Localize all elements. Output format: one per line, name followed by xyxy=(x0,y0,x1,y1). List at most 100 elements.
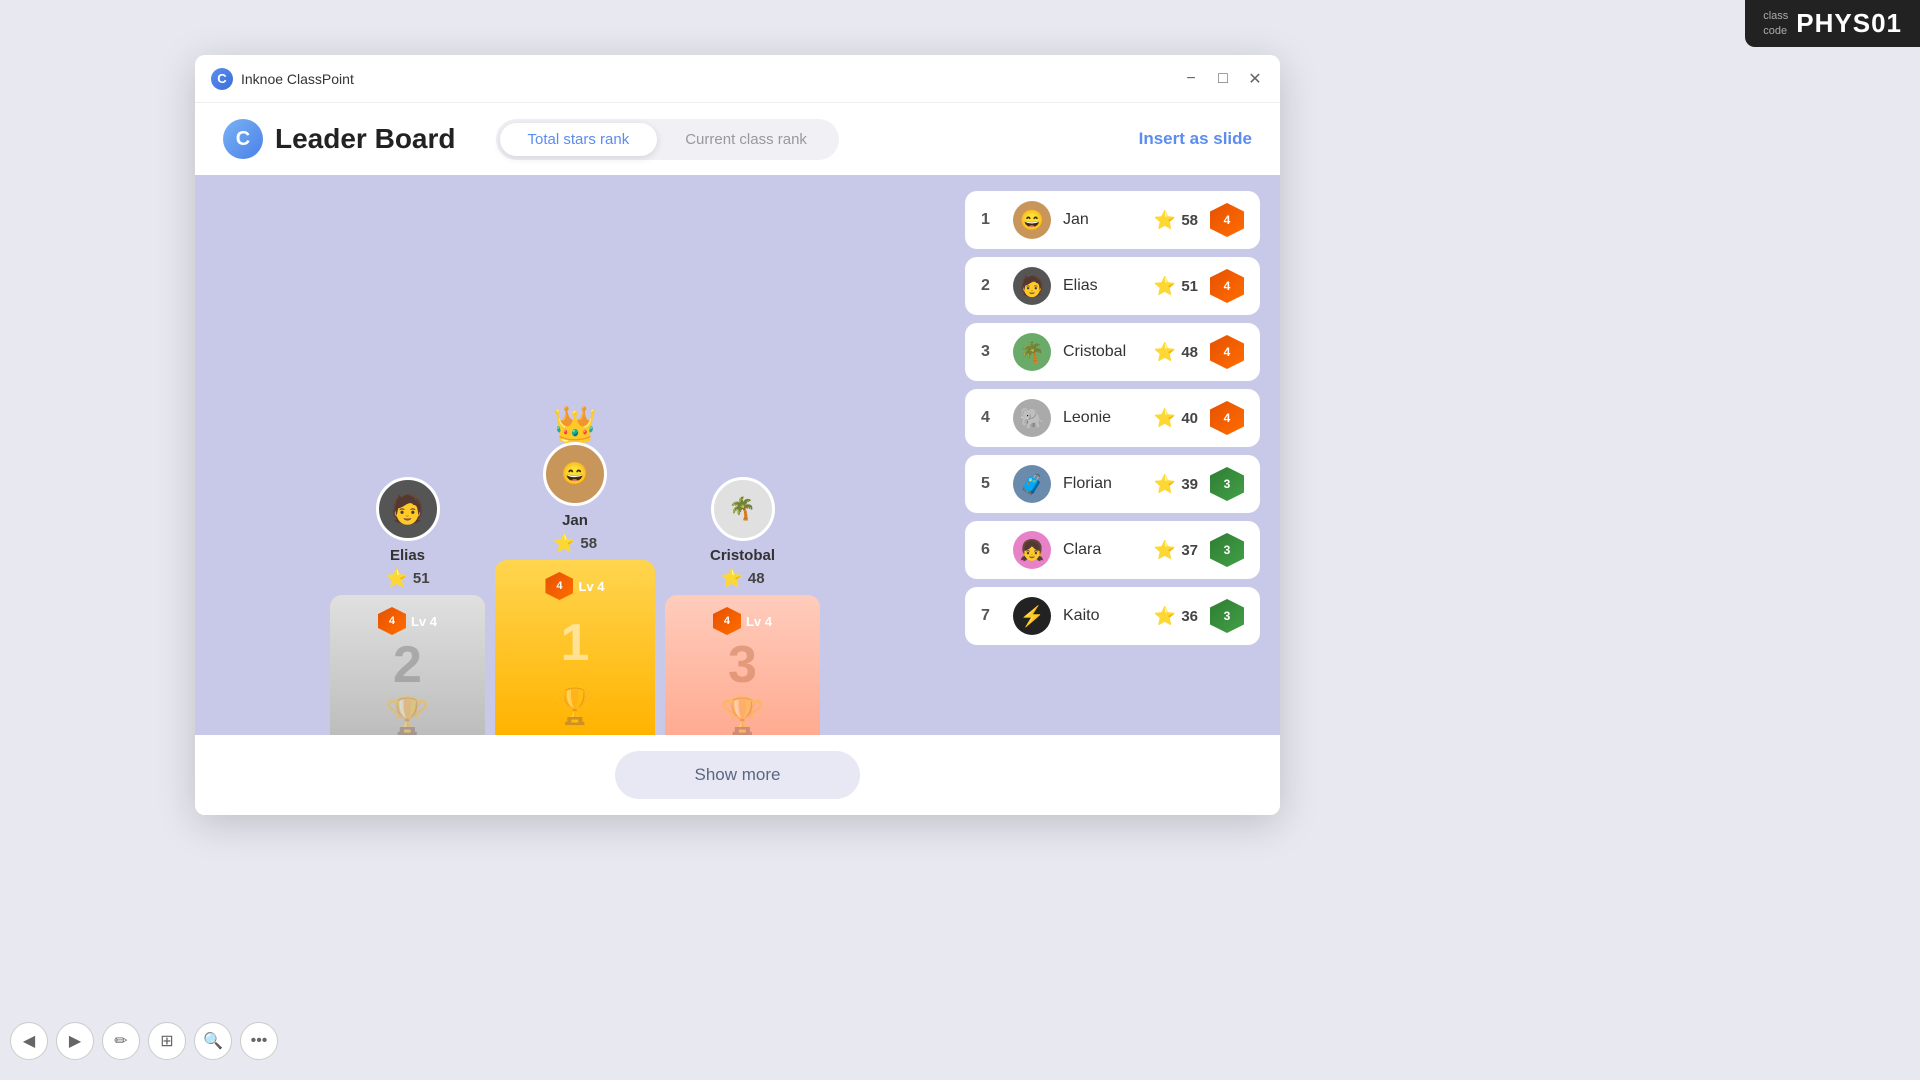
close-button[interactable]: ✕ xyxy=(1246,70,1264,88)
podium-avatar-1st: 😄 xyxy=(543,442,607,506)
podium-name-2nd: Elias xyxy=(390,547,425,564)
lb-level-4: 4 xyxy=(1210,401,1244,435)
lb-name-2: Elias xyxy=(1063,277,1142,295)
lb-rank-5: 5 xyxy=(981,475,1001,493)
trophy-icon-2nd: 🏆 xyxy=(385,695,430,735)
lb-star-icon-6: ⭐ xyxy=(1154,540,1176,561)
podium-figures: 🧑 Elias ⭐ 51 4 Lv 4 2 🏆 xyxy=(195,404,955,735)
toolbar-forward-button[interactable]: ▶ xyxy=(56,1022,94,1060)
bottom-toolbar: ◀ ▶ ✏ ⊞ 🔍 ••• xyxy=(10,1022,278,1060)
podium-name-1st: Jan xyxy=(562,512,588,529)
lb-star-icon-7: ⭐ xyxy=(1154,606,1176,627)
lb-stars-value-3: 48 xyxy=(1181,344,1198,361)
star-icon-2nd: ⭐ xyxy=(385,568,407,589)
crown-icon: 👑 xyxy=(553,404,598,446)
toolbar-zoom-button[interactable]: 🔍 xyxy=(194,1022,232,1060)
trophy-icon-3rd: 🏆 xyxy=(720,695,765,735)
podium-block-2nd: 4 Lv 4 2 🏆 xyxy=(330,595,485,735)
lb-stars-2: ⭐ 51 xyxy=(1154,276,1198,297)
app-logo: C xyxy=(211,68,233,90)
app-title: Inknoe ClassPoint xyxy=(241,71,1182,87)
header-logo: C xyxy=(223,119,263,159)
lb-stars-4: ⭐ 40 xyxy=(1154,408,1198,429)
lb-avatar-5: 🧳 xyxy=(1013,465,1051,503)
lb-avatar-2: 🧑 xyxy=(1013,267,1051,305)
star-icon-3rd: ⭐ xyxy=(720,568,742,589)
header: C Leader Board Total stars rank Current … xyxy=(195,103,1280,175)
lb-name-7: Kaito xyxy=(1063,607,1142,625)
toolbar-more-button[interactable]: ••• xyxy=(240,1022,278,1060)
lb-stars-value-1: 58 xyxy=(1181,212,1198,229)
lb-stars-value-7: 36 xyxy=(1181,608,1198,625)
podium-name-3rd: Cristobal xyxy=(710,547,775,564)
leaderboard-row-1: 1 😄 Jan ⭐ 58 4 xyxy=(965,191,1260,249)
podium-area: 🧑 Elias ⭐ 51 4 Lv 4 2 🏆 xyxy=(195,175,955,735)
podium-stars-1st: ⭐ 58 xyxy=(553,533,597,554)
lb-stars-6: ⭐ 37 xyxy=(1154,540,1198,561)
main-window: C Inknoe ClassPoint − □ ✕ C Leader Board… xyxy=(195,55,1280,815)
level-badge-3rd: 4 Lv 4 xyxy=(713,607,772,635)
lb-level-2: 4 xyxy=(1210,269,1244,303)
toolbar-back-button[interactable]: ◀ xyxy=(10,1022,48,1060)
page-title: Leader Board xyxy=(275,123,456,155)
lb-avatar-7: ⚡ xyxy=(1013,597,1051,635)
tab-total-stars[interactable]: Total stars rank xyxy=(500,123,658,156)
level-label-2nd: Lv 4 xyxy=(411,614,437,629)
minimize-button[interactable]: − xyxy=(1182,70,1200,88)
podium-block-3rd: 4 Lv 4 3 🏆 xyxy=(665,595,820,735)
level-badge-1st: 4 Lv 4 xyxy=(545,572,604,600)
class-code-label: classcode xyxy=(1763,9,1788,38)
lb-rank-4: 4 xyxy=(981,409,1001,427)
insert-slide-button[interactable]: Insert as slide xyxy=(1139,129,1252,149)
podium-stars-value-1st: 58 xyxy=(580,535,597,552)
lb-avatar-3: 🌴 xyxy=(1013,333,1051,371)
lb-avatar-4: 🐘 xyxy=(1013,399,1051,437)
header-logo-area: C Leader Board xyxy=(223,119,456,159)
lb-stars-5: ⭐ 39 xyxy=(1154,474,1198,495)
leaderboard-row-3: 3 🌴 Cristobal ⭐ 48 4 xyxy=(965,323,1260,381)
podium-person-3rd: 🌴 Cristobal ⭐ 48 4 Lv 4 3 🏆 xyxy=(665,477,820,735)
lb-level-1: 4 xyxy=(1210,203,1244,237)
lb-star-icon-3: ⭐ xyxy=(1154,342,1176,363)
lb-level-6: 3 xyxy=(1210,533,1244,567)
lb-rank-3: 3 xyxy=(981,343,1001,361)
lb-rank-7: 7 xyxy=(981,607,1001,625)
titlebar: C Inknoe ClassPoint − □ ✕ xyxy=(195,55,1280,103)
toolbar-pen-button[interactable]: ✏ xyxy=(102,1022,140,1060)
tab-current-class[interactable]: Current class rank xyxy=(657,123,835,156)
lb-stars-7: ⭐ 36 xyxy=(1154,606,1198,627)
lb-name-1: Jan xyxy=(1063,211,1142,229)
podium-avatar-3rd: 🌴 xyxy=(711,477,775,541)
podium-stars-value-3rd: 48 xyxy=(748,570,765,587)
lb-name-6: Clara xyxy=(1063,541,1142,559)
podium-person-1st: 👑 😄 Jan ⭐ 58 4 Lv 4 1 🏆 xyxy=(495,404,655,735)
podium-avatar-2nd: 🧑 xyxy=(376,477,440,541)
leaderboard-row-2: 2 🧑 Elias ⭐ 51 4 xyxy=(965,257,1260,315)
star-icon-1st: ⭐ xyxy=(553,533,575,554)
lb-stars-value-4: 40 xyxy=(1181,410,1198,427)
lb-avatar-6: 👧 xyxy=(1013,531,1051,569)
level-label-1st: Lv 4 xyxy=(578,579,604,594)
level-hex-1st: 4 xyxy=(545,572,573,600)
rank-number-3rd: 3 xyxy=(728,635,757,695)
maximize-button[interactable]: □ xyxy=(1214,70,1232,88)
lb-stars-1: ⭐ 58 xyxy=(1154,210,1198,231)
toolbar-grid-button[interactable]: ⊞ xyxy=(148,1022,186,1060)
lb-rank-6: 6 xyxy=(981,541,1001,559)
level-badge-2nd: 4 Lv 4 xyxy=(378,607,437,635)
leaderboard-row-4: 4 🐘 Leonie ⭐ 40 4 xyxy=(965,389,1260,447)
leaderboard-row-7: 7 ⚡ Kaito ⭐ 36 3 xyxy=(965,587,1260,645)
show-more-button[interactable]: Show more xyxy=(615,751,861,799)
podium-block-1st: 4 Lv 4 1 🏆 xyxy=(495,560,655,735)
lb-level-3: 4 xyxy=(1210,335,1244,369)
tab-group: Total stars rank Current class rank xyxy=(496,119,839,160)
window-controls: − □ ✕ xyxy=(1182,70,1264,88)
rank-number-1st: 1 xyxy=(561,613,590,673)
level-hex-3rd: 4 xyxy=(713,607,741,635)
leaderboard-row-6: 6 👧 Clara ⭐ 37 3 xyxy=(965,521,1260,579)
lb-stars-value-6: 37 xyxy=(1181,542,1198,559)
leaderboard-list: 1 😄 Jan ⭐ 58 4 2 🧑 Elias ⭐ 51 4 3 🌴 Cris… xyxy=(955,175,1280,735)
podium-stars-value-2nd: 51 xyxy=(413,570,430,587)
class-code-badge: classcode PHYS01 xyxy=(1745,0,1920,47)
podium-stars-2nd: ⭐ 51 xyxy=(385,568,429,589)
